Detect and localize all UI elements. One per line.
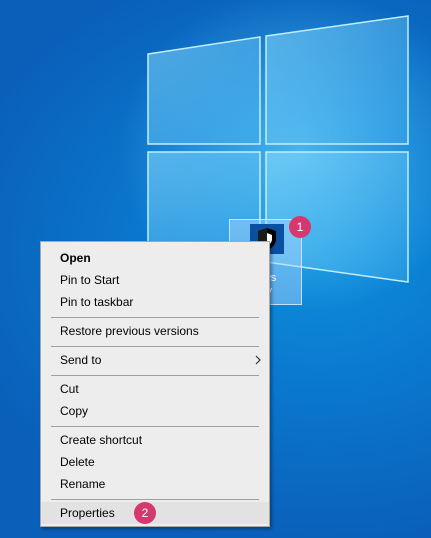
menu-separator [51,346,259,347]
menu-item-restore-previous-versions[interactable]: Restore previous versions [41,320,269,342]
menu-separator [51,426,259,427]
menu-item-pin-to-taskbar[interactable]: Pin to taskbar [41,291,269,313]
step-badge-1: 1 [289,216,311,238]
context-menu: Open Pin to Start Pin to taskbar Restore… [40,241,270,527]
menu-separator [51,499,259,500]
menu-item-rename[interactable]: Rename [41,473,269,495]
menu-separator [51,375,259,376]
menu-item-cut[interactable]: Cut [41,378,269,400]
menu-item-delete[interactable]: Delete [41,451,269,473]
chevron-right-icon [255,355,261,365]
menu-item-copy[interactable]: Copy [41,400,269,422]
menu-item-open[interactable]: Open [41,247,269,269]
step-badge-2: 2 [134,502,156,524]
menu-item-send-to[interactable]: Send to [41,349,269,371]
menu-item-pin-to-start[interactable]: Pin to Start [41,269,269,291]
menu-item-create-shortcut[interactable]: Create shortcut [41,429,269,451]
menu-separator [51,317,259,318]
